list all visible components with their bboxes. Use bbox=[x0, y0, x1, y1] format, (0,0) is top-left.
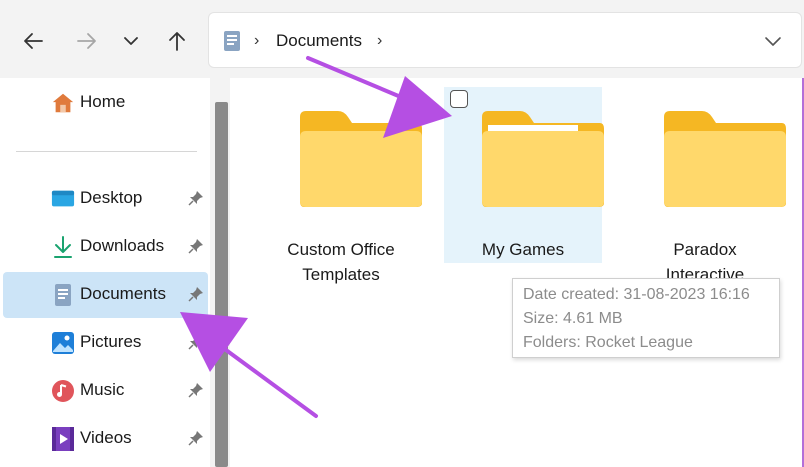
sidebar-item-label: Home bbox=[80, 92, 126, 111]
documents-icon bbox=[51, 283, 75, 307]
sidebar-item-home[interactable]: Home bbox=[3, 80, 208, 126]
sidebar-item-label: Desktop bbox=[80, 188, 143, 207]
sidebar-scrollbar-thumb[interactable] bbox=[215, 102, 228, 467]
sidebar-item-downloads[interactable]: Downloads bbox=[3, 224, 208, 270]
videos-icon bbox=[51, 427, 75, 451]
sidebar-item-label: Documents bbox=[80, 284, 166, 303]
sidebar-divider bbox=[16, 151, 197, 152]
pin-icon[interactable] bbox=[188, 430, 204, 446]
download-icon bbox=[51, 235, 75, 259]
sidebar-item-desktop[interactable]: Desktop bbox=[3, 176, 208, 222]
up-button[interactable] bbox=[162, 26, 192, 56]
folder-tile-paradox-interactive[interactable]: Paradox Interactive bbox=[626, 87, 786, 284]
arrow-right-icon bbox=[77, 33, 96, 49]
sidebar-item-music[interactable]: Music bbox=[3, 368, 208, 414]
navigation-pane: Home Desktop Downloads Documents Picture… bbox=[0, 78, 210, 467]
forward-button[interactable] bbox=[72, 26, 102, 56]
folder-label: Custom Office Templates bbox=[287, 240, 395, 284]
pictures-icon bbox=[51, 331, 75, 355]
arrow-left-icon bbox=[24, 33, 43, 49]
documents-icon bbox=[224, 31, 240, 51]
tooltip-date-created: Date created: 31-08-2023 16:16 bbox=[523, 286, 750, 303]
tooltip-folders: Folders: Rocket League bbox=[523, 334, 693, 351]
recent-locations-button[interactable] bbox=[116, 26, 146, 56]
sidebar-item-label: Videos bbox=[80, 428, 132, 447]
selection-checkbox[interactable] bbox=[450, 90, 468, 108]
sidebar-item-label: Downloads bbox=[80, 236, 165, 255]
folder-icon bbox=[300, 111, 422, 207]
folder-icon bbox=[664, 111, 786, 207]
folder-icon bbox=[482, 111, 604, 207]
chevron-down-icon bbox=[124, 37, 138, 45]
pin-icon[interactable] bbox=[188, 286, 204, 302]
folder-view: Custom Office Templates My Games Paradox… bbox=[230, 78, 802, 467]
breadcrumb-chevron-icon[interactable]: › bbox=[377, 33, 382, 49]
sidebar-item-videos[interactable]: Videos bbox=[3, 416, 208, 462]
folder-label: My Games bbox=[481, 240, 565, 259]
folder-tile-custom-office-templates[interactable]: Custom Office Templates bbox=[262, 87, 422, 284]
back-button[interactable] bbox=[18, 26, 48, 56]
breadcrumb-documents[interactable]: Documents bbox=[276, 31, 362, 51]
sidebar-item-pictures[interactable]: Pictures bbox=[3, 320, 208, 366]
toolbar: › Documents › bbox=[0, 0, 804, 78]
breadcrumb-separator-icon: › bbox=[254, 32, 260, 49]
folder-tooltip: Date created: 31-08-2023 16:16 Size: 4.6… bbox=[512, 278, 780, 358]
pin-icon[interactable] bbox=[188, 190, 204, 206]
sidebar-item-label: Pictures bbox=[80, 332, 142, 351]
chevron-down-icon[interactable] bbox=[763, 31, 783, 51]
sidebar-item-label: Music bbox=[80, 380, 125, 399]
pin-icon[interactable] bbox=[188, 334, 204, 350]
sidebar-item-documents[interactable]: Documents bbox=[3, 272, 208, 318]
address-bar[interactable]: › Documents › bbox=[208, 12, 802, 68]
folder-tile-my-games[interactable]: My Games bbox=[444, 87, 604, 263]
desktop-icon bbox=[51, 187, 75, 211]
pin-icon[interactable] bbox=[188, 238, 204, 254]
arrow-up-icon bbox=[169, 32, 185, 51]
music-icon bbox=[51, 379, 75, 403]
pin-icon[interactable] bbox=[188, 382, 204, 398]
tooltip-size: Size: 4.61 MB bbox=[523, 310, 623, 327]
home-icon bbox=[51, 91, 75, 115]
